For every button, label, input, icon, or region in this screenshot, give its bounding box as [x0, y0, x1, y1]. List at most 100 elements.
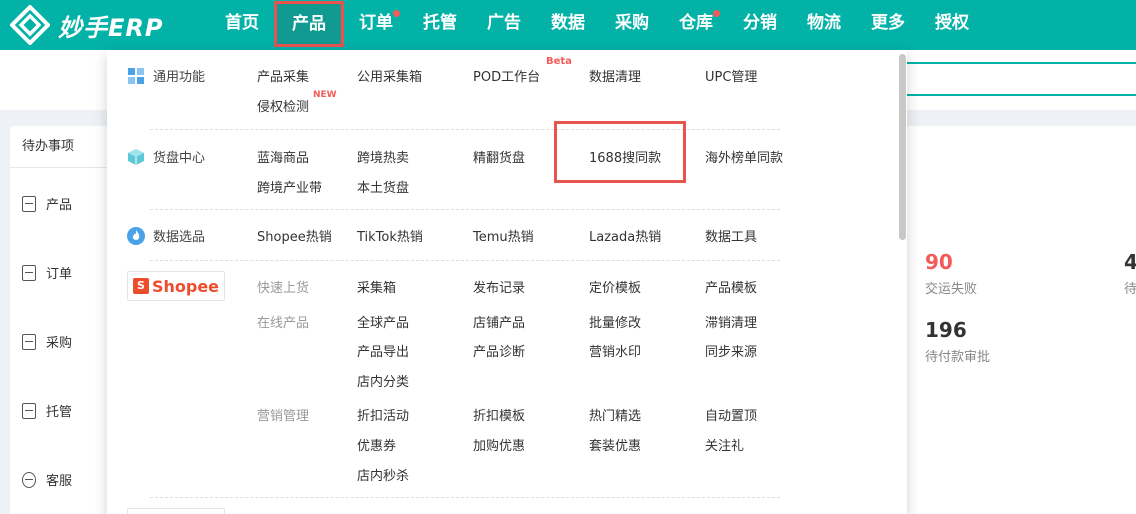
clipboard-icon [22, 402, 36, 419]
next-platform-button[interactable] [127, 508, 225, 514]
beta-badge: Beta [546, 56, 572, 67]
nav-logistics[interactable]: 物流 [792, 0, 856, 50]
shopee-platform-button[interactable]: S Shopee [127, 271, 225, 301]
menu-refined-supply[interactable]: 精翻货盘 [473, 147, 525, 166]
todo-tab[interactable]: 待办事项 [10, 126, 110, 168]
menu-auto-pin[interactable]: 自动置顶 [705, 405, 757, 424]
divider [150, 209, 780, 210]
menu-discount-activity[interactable]: 折扣活动 [357, 405, 409, 424]
menu-bundle-deal[interactable]: 套装优惠 [589, 435, 641, 454]
section-label-marketing: 营销管理 [257, 409, 310, 424]
menu-temu-hot[interactable]: Temu热销 [473, 226, 534, 245]
nav-label: 授权 [935, 13, 969, 33]
category-selection: 数据选品 [127, 226, 205, 245]
nav-more[interactable]: 更多 [856, 0, 920, 50]
side-label: 客服 [46, 474, 73, 489]
nav-ads[interactable]: 广告 [472, 0, 536, 50]
menu-publish-record[interactable]: 发布记录 [473, 277, 525, 296]
category-label: 通用功能 [153, 70, 206, 85]
shopee-label: Shopee [151, 276, 220, 296]
side-label: 托管 [46, 405, 73, 420]
nav-home[interactable]: 首页 [210, 0, 274, 50]
menu-lazada-hot[interactable]: Lazada热销 [589, 226, 661, 245]
menu-collect-box[interactable]: 采集箱 [357, 277, 396, 296]
side-item-purchase[interactable]: 采购 [22, 332, 72, 351]
nav-product[interactable]: 产品 [274, 1, 344, 47]
nav-distribution[interactable]: 分销 [728, 0, 792, 50]
flame-icon [127, 226, 145, 245]
highlight-box [554, 121, 686, 183]
side-item-service[interactable]: 客服 [22, 470, 72, 489]
menu-local-supply[interactable]: 本土货盘 [357, 177, 409, 196]
menu-industry-belt[interactable]: 跨境产业带 [257, 177, 322, 196]
menu-hot-picks[interactable]: 热门精选 [589, 405, 641, 424]
menu-follow-prize[interactable]: 关注礼 [705, 435, 744, 454]
nav-label: 物流 [807, 13, 841, 33]
stat-shipping-failed[interactable]: 90 交运失败 [925, 250, 977, 297]
side-item-hosting[interactable]: 托管 [22, 401, 72, 420]
nav-orders[interactable]: 订单 [344, 0, 408, 50]
menu-store-category[interactable]: 店内分类 [357, 371, 409, 390]
nav-hosting[interactable]: 托管 [408, 0, 472, 50]
headset-icon [22, 471, 36, 488]
dropdown-scrollbar[interactable] [899, 54, 906, 240]
nav-label: 数据 [551, 13, 585, 33]
menu-addon-deal[interactable]: 加购优惠 [473, 435, 525, 454]
menu-sync-source[interactable]: 同步来源 [705, 341, 757, 360]
stat-label: 待 [1124, 282, 1136, 297]
menu-global-products[interactable]: 全球产品 [357, 312, 409, 331]
menu-data-tools[interactable]: 数据工具 [705, 226, 757, 245]
category-label: 数据选品 [153, 230, 206, 245]
menu-data-cleanup[interactable]: 数据清理 [589, 66, 641, 85]
menu-tiktok-hot[interactable]: TikTok热销 [357, 226, 423, 245]
category-label: 货盘中心 [153, 151, 206, 166]
logo[interactable]: 妙手ERP [9, 4, 210, 46]
menu-product-collect[interactable]: 产品采集 [257, 66, 309, 85]
clipboard-icon [22, 264, 36, 281]
side-label: 订单 [46, 267, 73, 282]
stat-label: 待付款审批 [925, 350, 991, 365]
menu-public-collect-box[interactable]: 公用采集箱 [357, 66, 422, 85]
menu-store-products[interactable]: 店铺产品 [473, 312, 525, 331]
clipboard-icon [22, 333, 36, 350]
nav-authorize[interactable]: 授权 [920, 0, 984, 50]
menu-coupon[interactable]: 优惠券 [357, 435, 396, 454]
menu-marketing-watermark[interactable]: 营销水印 [589, 341, 641, 360]
nav-label: 更多 [871, 13, 905, 33]
menu-flash-sale[interactable]: 店内秒杀 [357, 465, 409, 484]
divider [150, 260, 780, 261]
notification-dot [393, 10, 400, 17]
side-item-product[interactable]: 产品 [22, 194, 72, 213]
menu-overseas-rank-same[interactable]: 海外榜单同款 [705, 147, 783, 166]
nav-purchase[interactable]: 采购 [600, 0, 664, 50]
menu-slow-moving-cleanup[interactable]: 滞销清理 [705, 312, 757, 331]
nav-label: 分销 [743, 13, 777, 33]
nav-label: 产品 [292, 14, 326, 34]
menu-infringement-check[interactable]: 侵权检测 [257, 96, 309, 115]
logo-diamond-icon [9, 4, 51, 46]
menu-product-export[interactable]: 产品导出 [357, 341, 409, 360]
section-label-online: 在线产品 [257, 316, 310, 331]
nav-warehouse[interactable]: 仓库 [664, 0, 728, 50]
menu-blue-ocean[interactable]: 蓝海商品 [257, 147, 309, 166]
stat-payment-approval[interactable]: 196 待付款审批 [925, 318, 990, 365]
menu-product-diagnosis[interactable]: 产品诊断 [473, 341, 525, 360]
stat-label: 交运失败 [925, 282, 978, 297]
menu-upc-manage[interactable]: UPC管理 [705, 66, 757, 85]
main-nav: 首页 产品 订单 托管 广告 数据 采购 仓库 分销 物流 更多 授权 [210, 0, 984, 50]
divider [150, 497, 780, 498]
menu-product-template[interactable]: 产品模板 [705, 277, 757, 296]
menu-batch-edit[interactable]: 批量修改 [589, 312, 641, 331]
menu-discount-template[interactable]: 折扣模板 [473, 405, 525, 424]
app-name: 妙手ERP [58, 13, 164, 42]
stat-pending[interactable]: 4 待 [1124, 250, 1136, 297]
nav-data[interactable]: 数据 [536, 0, 600, 50]
menu-shopee-hot[interactable]: Shopee热销 [257, 226, 332, 245]
menu-crossborder-hot[interactable]: 跨境热卖 [357, 147, 409, 166]
menu-pricing-template[interactable]: 定价模板 [589, 277, 641, 296]
side-item-orders[interactable]: 订单 [22, 263, 72, 282]
document-icon [22, 195, 36, 212]
side-label: 采购 [46, 336, 73, 351]
shopee-bag-icon: S [132, 278, 149, 294]
menu-pod-workbench[interactable]: POD工作台 [473, 66, 540, 85]
